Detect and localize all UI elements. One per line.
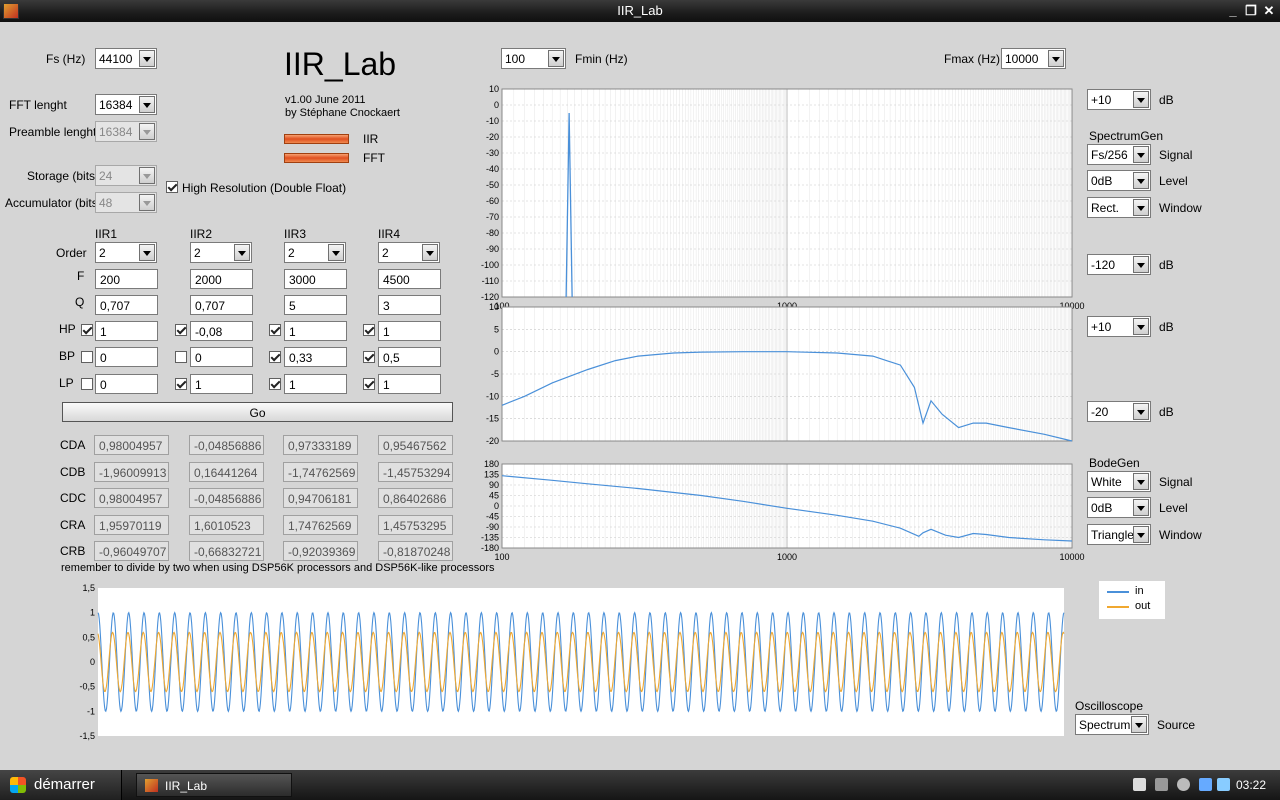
magnitude-chart-y-tick-label: 10: [489, 302, 499, 312]
start-button[interactable]: démarrer: [0, 770, 122, 800]
dropbox-icon[interactable]: [1217, 778, 1230, 791]
clock: 03:22: [1235, 778, 1266, 792]
phase-chart-y-tick-label: 135: [484, 470, 499, 480]
oscilloscope-y-tick-label: -0,5: [79, 682, 95, 692]
oscilloscope-y-tick-label: -1: [87, 706, 95, 716]
oscilloscope-plot-area: [98, 588, 1064, 736]
spectrum-chart-y-tick-label: -100: [481, 260, 499, 270]
oscilloscope-y-tick-label: 0,5: [82, 632, 95, 642]
start-label: démarrer: [34, 776, 95, 793]
magnitude-chart-y-tick-label: -15: [486, 414, 499, 424]
oscilloscope-y-tick-label: 1: [90, 608, 95, 618]
spectrum-chart-y-tick-label: -20: [486, 132, 499, 142]
spectrum-chart-y-tick-label: -70: [486, 212, 499, 222]
windows-logo-icon: [10, 777, 26, 793]
monitor-icon[interactable]: [1199, 778, 1212, 791]
spectrum-chart-y-tick-label: -60: [486, 196, 499, 206]
magnitude-chart-y-tick-label: -20: [486, 436, 499, 446]
magnitude-chart-y-tick-label: 5: [494, 324, 499, 334]
spectrum-chart-y-tick-label: -10: [486, 116, 499, 126]
phase-chart-y-tick-label: 90: [489, 480, 499, 490]
phase-chart-x-tick-label: 10000: [1059, 552, 1084, 562]
phase-chart-y-tick-label: 0: [494, 501, 499, 511]
magnitude-chart-y-tick-label: -5: [491, 369, 499, 379]
magnitude-chart-y-tick-label: -10: [486, 391, 499, 401]
phase-chart-y-tick-label: 45: [489, 491, 499, 501]
spectrum-chart-y-tick-label: -80: [486, 228, 499, 238]
back-arrow-icon[interactable]: [1177, 778, 1190, 791]
spectrum-chart-y-tick-label: -90: [486, 244, 499, 254]
charts-layer: 100-10-20-30-40-50-60-70-80-90-100-110-1…: [79, 84, 1084, 741]
taskbar-item-iir-lab[interactable]: IIR_Lab: [136, 773, 292, 797]
help-icon[interactable]: [1133, 778, 1146, 791]
spectrum-chart-y-tick-label: -40: [486, 164, 499, 174]
oscilloscope-y-tick-label: -1,5: [79, 731, 95, 741]
network-icon[interactable]: [1155, 778, 1168, 791]
phase-chart-y-tick-label: -90: [486, 522, 499, 532]
main-window: Fs (Hz) 44100 FFT lenght 16384 Preamble …: [0, 22, 1280, 770]
taskbar-item-label: IIR_Lab: [165, 779, 208, 793]
phase-chart-x-tick-label: 100: [494, 552, 509, 562]
spectrum-chart-y-tick-label: 0: [494, 100, 499, 110]
phase-chart-y-tick-label: -45: [486, 512, 499, 522]
title-bar: IIR_Lab _ ❐ ✕: [0, 0, 1280, 22]
spectrum-chart-y-tick-label: -30: [486, 148, 499, 158]
window-title: IIR_Lab: [617, 3, 663, 18]
spectrum-chart-y-tick-label: 10: [489, 84, 499, 94]
oscilloscope-y-tick-label: 0: [90, 657, 95, 667]
phase-chart-x-tick-label: 1000: [777, 552, 797, 562]
maximize-button[interactable]: ❐: [1242, 3, 1260, 19]
spectrum-chart-y-tick-label: -110: [482, 276, 499, 286]
close-button[interactable]: ✕: [1260, 3, 1278, 19]
phase-chart-y-tick-label: -135: [481, 533, 499, 543]
spectrum-chart-y-tick-label: -50: [486, 180, 499, 190]
minimize-button[interactable]: _: [1224, 3, 1242, 19]
phase-chart-y-tick-label: 180: [484, 459, 499, 469]
oscilloscope-y-tick-label: 1,5: [82, 583, 95, 593]
taskbar: démarrer IIR_Lab 03:22: [0, 770, 1280, 800]
magnitude-chart-y-tick-label: 0: [494, 347, 499, 357]
app-icon: [145, 779, 158, 792]
